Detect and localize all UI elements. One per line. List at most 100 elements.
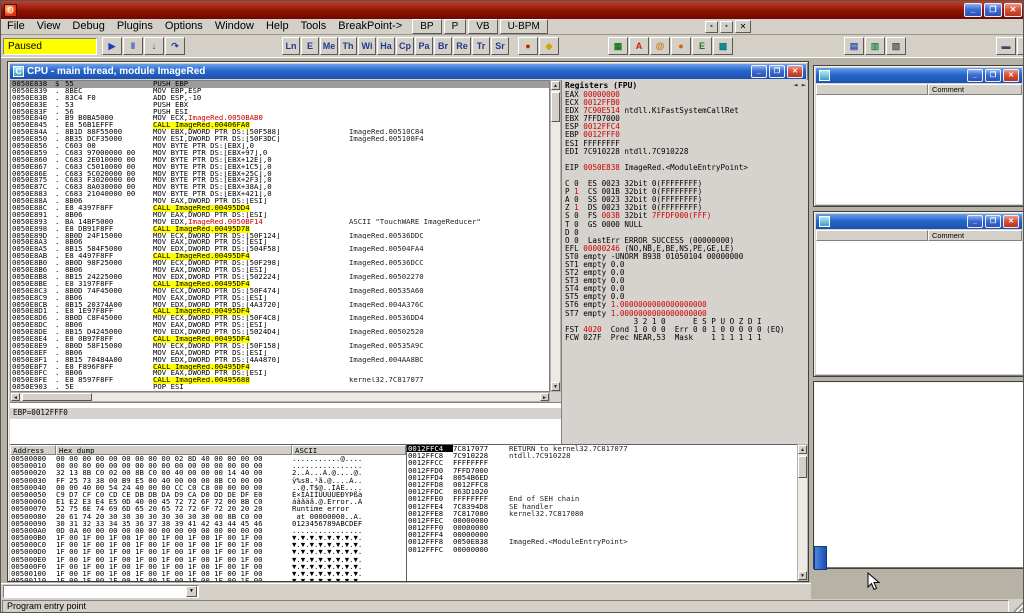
disasm-row[interactable]: 0050E8BE.E8 3197F8FFCALL ImageRed.00495D… xyxy=(11,281,549,288)
stack-row[interactable]: 0012FFE47C8394D8SE handler xyxy=(407,503,797,510)
register-line[interactable] xyxy=(562,172,808,180)
register-line[interactable]: EBP 0012FFF0 xyxy=(562,131,808,139)
disasm-row[interactable]: 0050E8A5.8B15 584F5000MOV EDX,DWORD PTR … xyxy=(11,246,549,253)
toolbar-plugin-window-button[interactable]: ▦ xyxy=(608,37,628,55)
register-line[interactable]: ST4 empty 0.0 xyxy=(562,285,808,293)
register-line[interactable]: 3 2 1 0 E S P U O Z D I xyxy=(562,318,808,326)
toolbar-mini-pane-b-button[interactable]: ▭ xyxy=(1017,37,1024,55)
toolbar-step-into-button[interactable]: ↓ xyxy=(144,37,164,55)
stack-row[interactable]: 0012FFD80012FFC8 xyxy=(407,481,797,488)
disasm-row[interactable]: 0050E89D.8B0D 24F15000MOV ECX,DWORD PTR … xyxy=(11,233,549,240)
dump-row[interactable]: 00500030FF 25 73 38 00 B9 E5 00 40 00 00… xyxy=(10,477,406,484)
menu-button-p[interactable]: P xyxy=(444,19,467,34)
toolbar-mini-pane-a-button[interactable]: ▬ xyxy=(996,37,1016,55)
register-line[interactable]: EFL 00000246 (NO,NB,E,BE,NS,PE,GE,LE) xyxy=(562,245,808,253)
pager-right-icon[interactable]: ► xyxy=(802,81,806,89)
cpu-title-bar[interactable]: C CPU - main thread, module ImageRed _ ❐… xyxy=(10,64,806,79)
register-line[interactable]: EDI 7C910228 ntdll.7C910228 xyxy=(562,148,808,156)
disasm-row[interactable]: 0050E88A.8B06MOV EAX,DWORD PTR DS:[ESI] xyxy=(11,198,549,205)
app-close-button[interactable]: ✕ xyxy=(1004,3,1022,17)
disasm-row[interactable]: 0050E893.BA 14BF5000MOV EDX,ImageRed.005… xyxy=(11,219,549,226)
toolbar-hit-trace-button[interactable]: ◆ xyxy=(539,37,559,55)
disasm-row[interactable]: 0050E8D6.8B0D C8F45000MOV ECX,DWORD PTR … xyxy=(11,315,549,322)
toolbar-handles-window-button[interactable]: Ha xyxy=(377,37,395,55)
app-maximize-button[interactable]: ❐ xyxy=(984,3,1002,17)
toolbar-memory-window-button[interactable]: Me xyxy=(320,37,338,55)
dump-row[interactable]: 005000C01F 00 1F 00 1F 00 1F 00 1F 00 1F… xyxy=(10,541,406,548)
mdi-close-button[interactable]: ✕ xyxy=(735,20,751,33)
disasm-row[interactable]: 0050E860.C683 2E010000 00MOV BYTE PTR DS… xyxy=(11,157,549,164)
toolbar-cpu-window-btn-button[interactable]: Cp xyxy=(396,37,414,55)
disasm-row[interactable]: 0050E850.8B35 DCF35000MOV ESI,DWORD PTR … xyxy=(11,136,549,143)
resize-grip[interactable] xyxy=(1012,601,1024,613)
disasm-row[interactable]: 0050E83F.56PUSH ESI xyxy=(11,109,549,116)
toolbar-patches-window-button[interactable]: Pa xyxy=(415,37,433,55)
side-mid-maximize-button[interactable]: ❐ xyxy=(985,215,1001,228)
menu-mini-icon-a[interactable]: ▪ xyxy=(705,21,718,33)
toolbar-toggle-breakpoint-button[interactable]: ● xyxy=(518,37,538,55)
side-mid-minimize-button[interactable]: _ xyxy=(967,215,983,228)
stack-pane[interactable]: 0012FFC47C817077RETURN to kernel32.7C817… xyxy=(406,444,797,581)
toolbar-plugin-analyze-button[interactable]: A xyxy=(629,37,649,55)
disasm-row[interactable]: 0050E8C3.8B0D 74F45000MOV ECX,DWORD PTR … xyxy=(11,288,549,295)
side-top-close-button[interactable]: ✕ xyxy=(1003,69,1019,82)
register-line[interactable]: D 0 xyxy=(562,229,808,237)
stack-row[interactable]: 0012FFC87C910228ntdll.7C910228 xyxy=(407,452,797,459)
toolbar-plugin-labels-button[interactable]: @ xyxy=(650,37,670,55)
side-middle-body[interactable] xyxy=(816,241,1022,374)
registers-pane[interactable]: Registers (FPU) ◄ ► EAX 00000000ECX 0012… xyxy=(561,80,808,444)
scroll-right-icon[interactable]: ► xyxy=(540,393,549,401)
toolbar-dock-toolbar-c-button[interactable]: ▧ xyxy=(886,37,906,55)
dump-row[interactable]: 0050004000 00 40 00 54 24 40 00 00 CC C0… xyxy=(10,484,406,491)
toolbar-references-window-button[interactable]: Re xyxy=(453,37,471,55)
stack-row[interactable]: 0012FFF80050E838ImageRed.<ModuleEntryPoi… xyxy=(407,538,797,545)
stack-scroll-thumb[interactable] xyxy=(798,456,807,478)
dump-row[interactable]: 0050008020 61 74 20 30 30 30 30 30 30 30… xyxy=(10,513,406,520)
toolbar-plugin-map-button[interactable]: ▩ xyxy=(713,37,733,55)
register-line[interactable]: ST0 empty -UNORM B938 01050104 00000000 xyxy=(562,253,808,261)
stack-row[interactable]: 0012FFC47C817077RETURN to kernel32.7C817… xyxy=(407,445,797,452)
cpu-close-button[interactable]: ✕ xyxy=(787,65,803,78)
register-line[interactable]: A 0 SS 0023 32bit 0(FFFFFFFF) xyxy=(562,196,808,204)
side-window-middle-title-bar[interactable]: _ ❐ ✕ xyxy=(816,214,1022,229)
menu-button-bp[interactable]: BP xyxy=(412,19,441,34)
register-line[interactable]: FCW 027F Prec NEAR,53 Mask 1 1 1 1 1 1 xyxy=(562,334,808,342)
disasm-row[interactable]: 0050E8DE.8B15 D4245000MOV EDX,DWORD PTR … xyxy=(11,329,549,336)
disasm-vscrollbar[interactable]: ▲ ▼ xyxy=(550,80,561,392)
menu-item-tools[interactable]: Tools xyxy=(295,19,333,33)
dump-row[interactable]: 0050001000 00 00 00 00 00 00 00 00 00 00… xyxy=(10,462,406,469)
register-line[interactable]: S 0 FS 003B 32bit 7FFDF000(FFF) xyxy=(562,212,808,220)
side-top-maximize-button[interactable]: ❐ xyxy=(985,69,1001,82)
toolbar-dock-toolbar-b-button[interactable]: ▥ xyxy=(865,37,885,55)
dump-row[interactable]: 00500060E1 E2 E3 E4 E5 0D 40 00 45 72 72… xyxy=(10,498,406,505)
side-window-bottom[interactable] xyxy=(813,381,1024,569)
disasm-row[interactable]: 0050E8FC.8B06MOV EAX,DWORD PTR DS:[ESI] xyxy=(11,370,549,377)
pager-left-icon[interactable]: ◄ xyxy=(793,81,797,89)
register-line[interactable]: ESI FFFFFFFF xyxy=(562,140,808,148)
register-line[interactable]: P 1 CS 001B 32bit 0(FFFFFFFF) xyxy=(562,188,808,196)
register-line[interactable]: ST6 empty 1.0000000000000000000 xyxy=(562,301,808,309)
menu-item-breakpoint[interactable]: BreakPoint-> xyxy=(332,19,408,33)
stack-row[interactable]: 0012FFE0FFFFFFFFEnd of SEH chain xyxy=(407,495,797,502)
disasm-row[interactable]: 0050E859.C683 97000000 00MOV BYTE PTR DS… xyxy=(11,150,549,157)
disasm-row[interactable]: 0050E8B6.8B06MOV EAX,DWORD PTR DS:[ESI] xyxy=(11,267,549,274)
toolbar-run-trace-window-button[interactable]: Tr xyxy=(472,37,490,55)
register-line[interactable]: ECX 0012FFB0 xyxy=(562,99,808,107)
scroll-left-icon[interactable]: ◄ xyxy=(11,393,20,401)
disasm-row[interactable]: 0050E856.C603 00MOV BYTE PTR DS:[EBX],0 xyxy=(11,143,549,150)
register-line[interactable]: ST1 empty 0.0 xyxy=(562,261,808,269)
menu-item-options[interactable]: Options xyxy=(159,19,209,33)
stack-row[interactable]: 0012FFE87C817080kernel32.7C817080 xyxy=(407,510,797,517)
dump-row[interactable]: 005001101F 00 1F 00 1F 00 1F 00 1F 00 1F… xyxy=(10,577,406,581)
side-mid-close-button[interactable]: ✕ xyxy=(1003,215,1019,228)
stack-row[interactable]: 0012FFCCFFFFFFFF xyxy=(407,459,797,466)
toolbar-executables-window-button[interactable]: E xyxy=(301,37,319,55)
register-line[interactable]: ST3 empty 0.0 xyxy=(562,277,808,285)
toolbar-source-window-button[interactable]: Sr xyxy=(491,37,509,55)
toolbar-breakpoints-window-button[interactable]: Br xyxy=(434,37,452,55)
dump-row[interactable]: 005001001F 00 1F 00 1F 00 1F 00 1F 00 1F… xyxy=(10,570,406,577)
register-line[interactable]: ST2 empty 0.0 xyxy=(562,269,808,277)
dump-row[interactable]: 00500050C9 D7 CF C0 CD CE DB DB DA D9 CA… xyxy=(10,491,406,498)
stack-row[interactable]: 0012FFEC00000000 xyxy=(407,517,797,524)
toolbar-pause-button[interactable]: ‖ xyxy=(123,37,143,55)
